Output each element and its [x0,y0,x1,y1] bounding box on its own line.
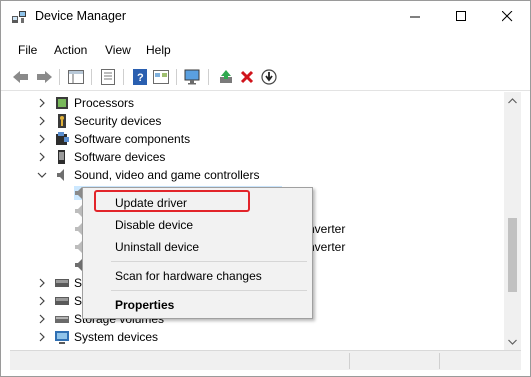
status-segment [350,353,440,369]
tree-row-label: S [74,276,83,290]
menu-item-label: Scan for hardware changes [115,269,262,283]
menu-item-disable-device[interactable]: Disable device [83,214,312,236]
chevron-down-icon[interactable] [37,169,47,181]
properties-pane-icon [68,70,84,84]
chevron-down-icon [508,339,517,345]
uninstall-icon [240,70,254,84]
tree-row-label: System devices [74,330,159,344]
maximize-button[interactable] [438,1,484,32]
update-driver-highlight [94,190,250,212]
update-driver-icon [220,70,232,83]
chevron-right-icon[interactable] [37,331,47,343]
system-icon [55,331,69,344]
toolbar-separator [91,69,92,85]
menu-file[interactable]: File [18,43,37,57]
menu-view[interactable]: View [105,43,131,57]
scroll-up-button[interactable] [504,92,521,109]
cpu-icon [56,97,68,109]
back-icon [13,71,28,83]
chevron-right-icon[interactable] [37,295,47,307]
back-button[interactable] [11,67,31,87]
svg-text:?: ? [137,72,144,84]
monitor-icon [184,69,200,85]
menu-action[interactable]: Action [54,43,87,57]
minimize-button[interactable] [392,1,438,32]
help-icon: ? [133,69,147,85]
chevron-right-icon[interactable] [37,277,47,289]
tree-row-label: nverter [308,240,346,254]
menu-item-label: Uninstall device [115,240,200,254]
puzzle-icon [56,132,69,145]
update-driver-button[interactable] [216,67,236,87]
show-hidden-icon [153,70,169,84]
show-hidden-button[interactable] [151,67,171,87]
speaker-icon [57,169,64,181]
tree-row-label: Software components [74,132,191,146]
tree-row-system-devices[interactable]: System devices [10,328,521,346]
uninstall-button[interactable] [237,67,257,87]
toolbar-separator [208,69,209,85]
window-title: Device Manager [35,9,127,23]
properties-pane-button[interactable] [66,67,86,87]
toolbar-separator [59,69,60,85]
menu-separator [111,261,307,262]
menu-bar: File Action View Help [1,39,530,61]
scroll-thumb[interactable] [508,218,517,292]
tree-row-processors[interactable]: Processors [10,94,521,112]
status-segment [10,353,350,369]
status-bar [10,350,521,370]
chevron-right-icon[interactable] [37,313,47,325]
close-icon [501,11,512,22]
maximize-icon [455,11,466,21]
key-icon [58,114,66,128]
download-icon [261,69,277,85]
chevron-right-icon[interactable] [37,151,47,163]
menu-separator [111,290,307,291]
title-bar[interactable]: Device Manager [1,1,530,32]
tree-row-software-components[interactable]: Software components [10,130,521,148]
menu-item-uninstall-device[interactable]: Uninstall device [83,236,312,258]
forward-button[interactable] [34,67,54,87]
device-icon [58,150,65,164]
tree-row-sound-video-game[interactable]: Sound, video and game controllers [10,166,521,184]
tree-row-software-devices[interactable]: Software devices [10,148,521,166]
toolbar-separator [123,69,124,85]
toolbar-separator [176,69,177,85]
tree-row-label: Sound, video and game controllers [74,168,260,182]
vertical-scrollbar[interactable] [504,92,521,350]
tree-row-label: Security devices [74,114,162,128]
menu-help[interactable]: Help [146,43,171,57]
minimize-icon [409,16,420,18]
chevron-right-icon[interactable] [37,115,47,127]
storage-icon [55,279,69,287]
close-button[interactable] [484,1,530,32]
chevron-right-icon[interactable] [37,97,47,109]
scroll-down-button[interactable] [504,333,521,350]
tree-row-security-devices[interactable]: Security devices [10,112,521,130]
device-manager-window: Device Manager File Action View Help ? P… [0,0,531,377]
device-manager-icon [12,11,26,23]
properties-sheet-icon [101,69,115,85]
storage-icon [55,297,69,305]
toolbar: ? [1,63,530,91]
scan-hardware-button[interactable] [183,67,203,87]
menu-item-properties[interactable]: Properties [83,294,312,316]
help-button[interactable]: ? [130,67,150,87]
tree-row-label: Processors [74,96,135,110]
menu-item-scan-hardware[interactable]: Scan for hardware changes [83,265,312,287]
tree-row-label: Software devices [74,150,166,164]
properties-sheet-button[interactable] [98,67,118,87]
chevron-right-icon[interactable] [37,133,47,145]
chevron-up-icon [508,97,517,103]
menu-item-label: Disable device [115,218,194,232]
menu-item-label: Properties [115,298,175,312]
enable-device-button[interactable] [259,67,279,87]
volume-icon [55,316,69,323]
tree-row-label: S [74,294,83,308]
forward-icon [37,71,52,83]
tree-row-label: nverter [308,222,346,236]
